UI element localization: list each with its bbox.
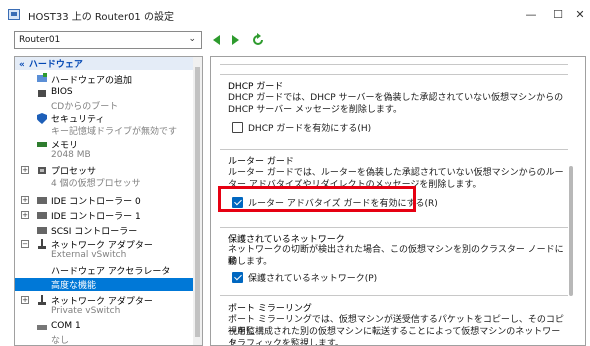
tree-item-label: 高度な機能	[51, 281, 97, 291]
protected-network-checkbox[interactable]	[232, 272, 243, 283]
next-arrow-icon[interactable]	[228, 33, 242, 47]
dhcp-guard-checkbox[interactable]	[232, 122, 243, 133]
network-adapter-icon	[38, 239, 46, 249]
tree-scrollbar[interactable]	[193, 57, 202, 345]
bios-chip-icon	[38, 90, 46, 97]
expand-icon[interactable]: +	[21, 296, 29, 304]
tree-item-advanced-features[interactable]: 高度な機能	[15, 278, 202, 291]
com-port-icon	[37, 325, 47, 330]
memory-icon	[37, 142, 47, 147]
network-adapter-icon	[38, 295, 46, 305]
expand-icon[interactable]: +	[21, 211, 29, 219]
port-mirroring-group: ポート ミラーリング ポート ミラーリングでは、仮想マシンが送受信するパケットを…	[220, 295, 568, 346]
panel-scrollbar[interactable]	[567, 56, 575, 346]
tree-item-sub: なし	[51, 336, 70, 346]
scsi-controller-icon	[37, 227, 47, 234]
protected-network-desc-1: ネットワークの切断が検出された場合、この仮想マシンを別のクラスター ノードに移	[228, 245, 564, 267]
close-button[interactable]: ✕	[570, 4, 590, 24]
dhcp-guard-desc-2: DHCP サーバー メッセージを削除します。	[228, 105, 402, 115]
dhcp-guard-checkbox-label: DHCP ガードを有効にする(H)	[248, 124, 372, 134]
expand-icon[interactable]: +	[21, 196, 29, 204]
previous-arrow-icon[interactable]	[210, 33, 224, 47]
ide-controller-icon	[37, 197, 47, 204]
tree-item-label: ハードウェアの追加	[51, 76, 133, 86]
tree-item-sub: キー記憶域ドライブが無効です	[51, 127, 178, 137]
tree-item-sub: 2048 MB	[51, 150, 91, 160]
tree-item-sub: 4 個の仮想プロセッサ	[51, 179, 141, 189]
settings-app-icon	[8, 9, 20, 20]
panel-scrollbar-thumb[interactable]	[569, 166, 573, 296]
tree-item-label: BIOS	[51, 87, 73, 97]
router-guard-desc-1: ルーター ガードでは、ルーターを偽装した承認されていない仮想マシンからのルー	[228, 168, 564, 178]
hardware-tree: «ハードウェア ハードウェアの追加 BIOS CDからのブート セキュリティ キ…	[14, 56, 203, 346]
dhcp-guard-desc-1: DHCP ガードでは、DHCP サーバーを偽装した承認されていない仮想マシンから…	[228, 93, 564, 103]
tree-item-label: IDE コントローラー 0	[51, 197, 141, 207]
title-bar: HOST33 上の Router01 の設定 — ☐ ✕	[0, 0, 590, 30]
minimize-button[interactable]: —	[521, 4, 541, 24]
highlight-annotation-box	[218, 186, 416, 212]
dhcp-guard-title: DHCP ガード	[228, 82, 284, 92]
ide-controller-icon	[37, 212, 47, 219]
tree-scrollbar-thumb[interactable]	[195, 67, 200, 337]
previous-group	[220, 57, 568, 65]
protected-network-group: 保護されているネットワーク ネットワークの切断が検出された場合、この仮想マシンを…	[220, 227, 568, 295]
window-title: HOST33 上の Router01 の設定	[28, 12, 174, 23]
expand-icon[interactable]: +	[21, 166, 29, 174]
tree-item-label: COM 1	[51, 321, 81, 331]
collapse-icon: «	[19, 60, 25, 70]
add-hardware-icon	[37, 73, 47, 82]
tree-item-label: IDE コントローラー 1	[51, 212, 141, 222]
protected-network-checkbox-label: 保護されているネットワーク(P)	[248, 274, 378, 284]
tree-item-label: ハードウェア アクセラレータ	[51, 267, 171, 277]
processor-icon	[38, 167, 46, 174]
tree-item-sub: External vSwitch	[51, 250, 127, 260]
protected-network-desc-2: 動します。	[228, 257, 273, 267]
protected-network-checkbox-row[interactable]: 保護されているネットワーク(P)	[232, 271, 377, 284]
refresh-icon[interactable]	[251, 33, 265, 47]
collapse-icon[interactable]: −	[21, 240, 29, 248]
tree-item-sub: Private vSwitch	[51, 306, 121, 316]
vm-select-value: Router01	[19, 35, 61, 45]
chevron-down-icon: ⌄	[188, 34, 196, 44]
tree-item-sub: CDからのブート	[51, 102, 119, 112]
router-guard-title: ルーター ガード	[228, 157, 294, 167]
dhcp-guard-group: DHCP ガード DHCP ガードでは、DHCP サーバーを偽装した承認されてい…	[220, 74, 568, 149]
port-mirroring-title: ポート ミラーリング	[228, 304, 312, 314]
tree-item-label: SCSI コントローラー	[51, 227, 138, 237]
toolbar: Router01 ⌄	[0, 30, 590, 52]
shield-icon	[37, 113, 47, 124]
port-mirroring-desc-3: トラフィックを監視します。	[228, 339, 344, 346]
vm-select-dropdown[interactable]: Router01 ⌄	[14, 31, 202, 49]
maximize-button[interactable]: ☐	[548, 4, 568, 24]
tree-section-label: ハードウェア	[28, 60, 83, 70]
tree-section-hardware[interactable]: «ハードウェア	[15, 57, 202, 70]
dhcp-guard-checkbox-row[interactable]: DHCP ガードを有効にする(H)	[232, 121, 371, 134]
